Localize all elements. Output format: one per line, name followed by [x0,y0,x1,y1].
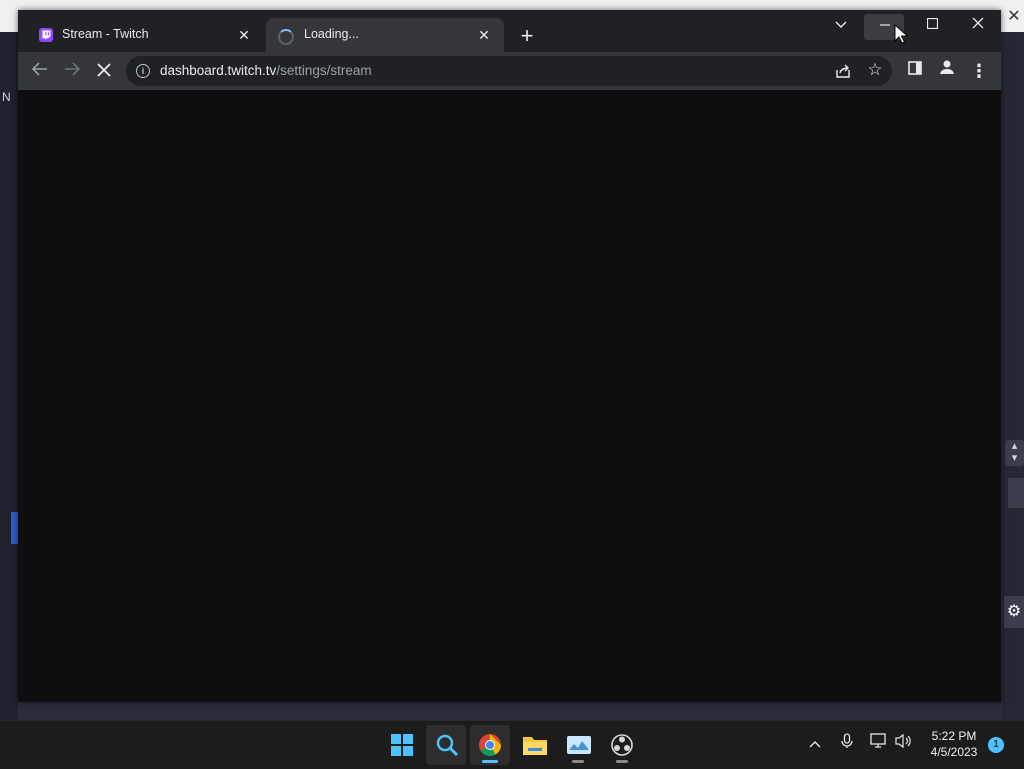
background-app-close-icon[interactable]: ✕ [1004,6,1024,28]
notification-badge[interactable]: 1 [988,737,1004,753]
running-app-indicator [572,760,584,763]
obs-studio-icon[interactable] [602,725,642,765]
show-hidden-icons-chevron-icon[interactable] [804,733,826,755]
address-bar[interactable]: i dashboard.twitch.tv/settings/stream ☆ [126,56,892,86]
share-icon[interactable] [834,62,852,80]
clock-time: 5:22 PM [931,729,977,743]
loading-spinner-icon [278,29,294,45]
windows-start-icon[interactable] [382,725,422,765]
active-app-indicator [482,760,498,763]
microphone-icon[interactable] [836,733,858,755]
background-app-spinner-icon[interactable]: ▴ ▾ [1005,440,1024,466]
clock-date: 4/5/2023 [930,745,978,759]
bookmark-star-icon[interactable]: ☆ [866,61,884,79]
search-icon[interactable] [426,725,466,765]
tab-search-chevron-icon[interactable] [818,10,864,42]
more-menu-icon[interactable]: ⋮ [966,58,992,84]
profile-avatar-icon[interactable] [934,58,960,84]
mouse-cursor-icon [894,24,908,44]
page-content-area [18,90,1001,702]
file-explorer-icon[interactable] [514,725,554,765]
background-app-selected-marker [11,512,18,544]
tab-close-icon[interactable]: ✕ [474,25,494,45]
tab-stream-twitch[interactable]: Stream - Twitch ✕ [24,18,264,52]
browser-toolbar: i dashboard.twitch.tv/settings/stream ☆ … [18,52,1001,90]
background-app-left-panel: N [0,32,18,720]
site-info-icon[interactable]: i [136,64,150,78]
forward-arrow-icon[interactable] [58,58,86,84]
background-app-bottom-strip [20,704,1000,720]
background-app-gear-icon[interactable]: ⚙ [1004,596,1024,628]
tab-title: Stream - Twitch [62,27,149,41]
close-window-button[interactable] [955,10,1001,42]
url-text[interactable]: dashboard.twitch.tv/settings/stream [160,63,372,78]
side-panel-icon[interactable] [902,58,928,84]
photos-app-icon[interactable] [558,725,598,765]
tab-strip: Stream - Twitch ✕ Loading... ✕ + [18,10,1001,52]
maximize-button[interactable] [909,10,955,42]
running-app-indicator [616,760,628,763]
taskbar: 5:22 PM 4/5/2023 1 [0,720,1024,769]
background-app-left-text: N [2,90,11,104]
network-icon[interactable] [868,733,890,755]
tab-loading[interactable]: Loading... ✕ [266,18,504,52]
url-host: dashboard.twitch.tv [160,63,277,78]
tab-close-icon[interactable]: ✕ [234,25,254,45]
volume-icon[interactable] [893,733,915,755]
twitch-icon [39,28,53,42]
new-tab-button[interactable]: + [514,24,540,50]
stop-loading-icon[interactable] [90,58,118,84]
chrome-icon[interactable] [470,725,510,765]
tab-title: Loading... [304,27,359,41]
back-arrow-icon[interactable] [26,58,54,84]
browser-window: Stream - Twitch ✕ Loading... ✕ + i dashb… [18,10,1001,702]
url-path: /settings/stream [276,63,372,78]
taskbar-clock[interactable]: 5:22 PM 4/5/2023 [924,728,984,760]
background-app-panel-button[interactable] [1008,478,1024,508]
